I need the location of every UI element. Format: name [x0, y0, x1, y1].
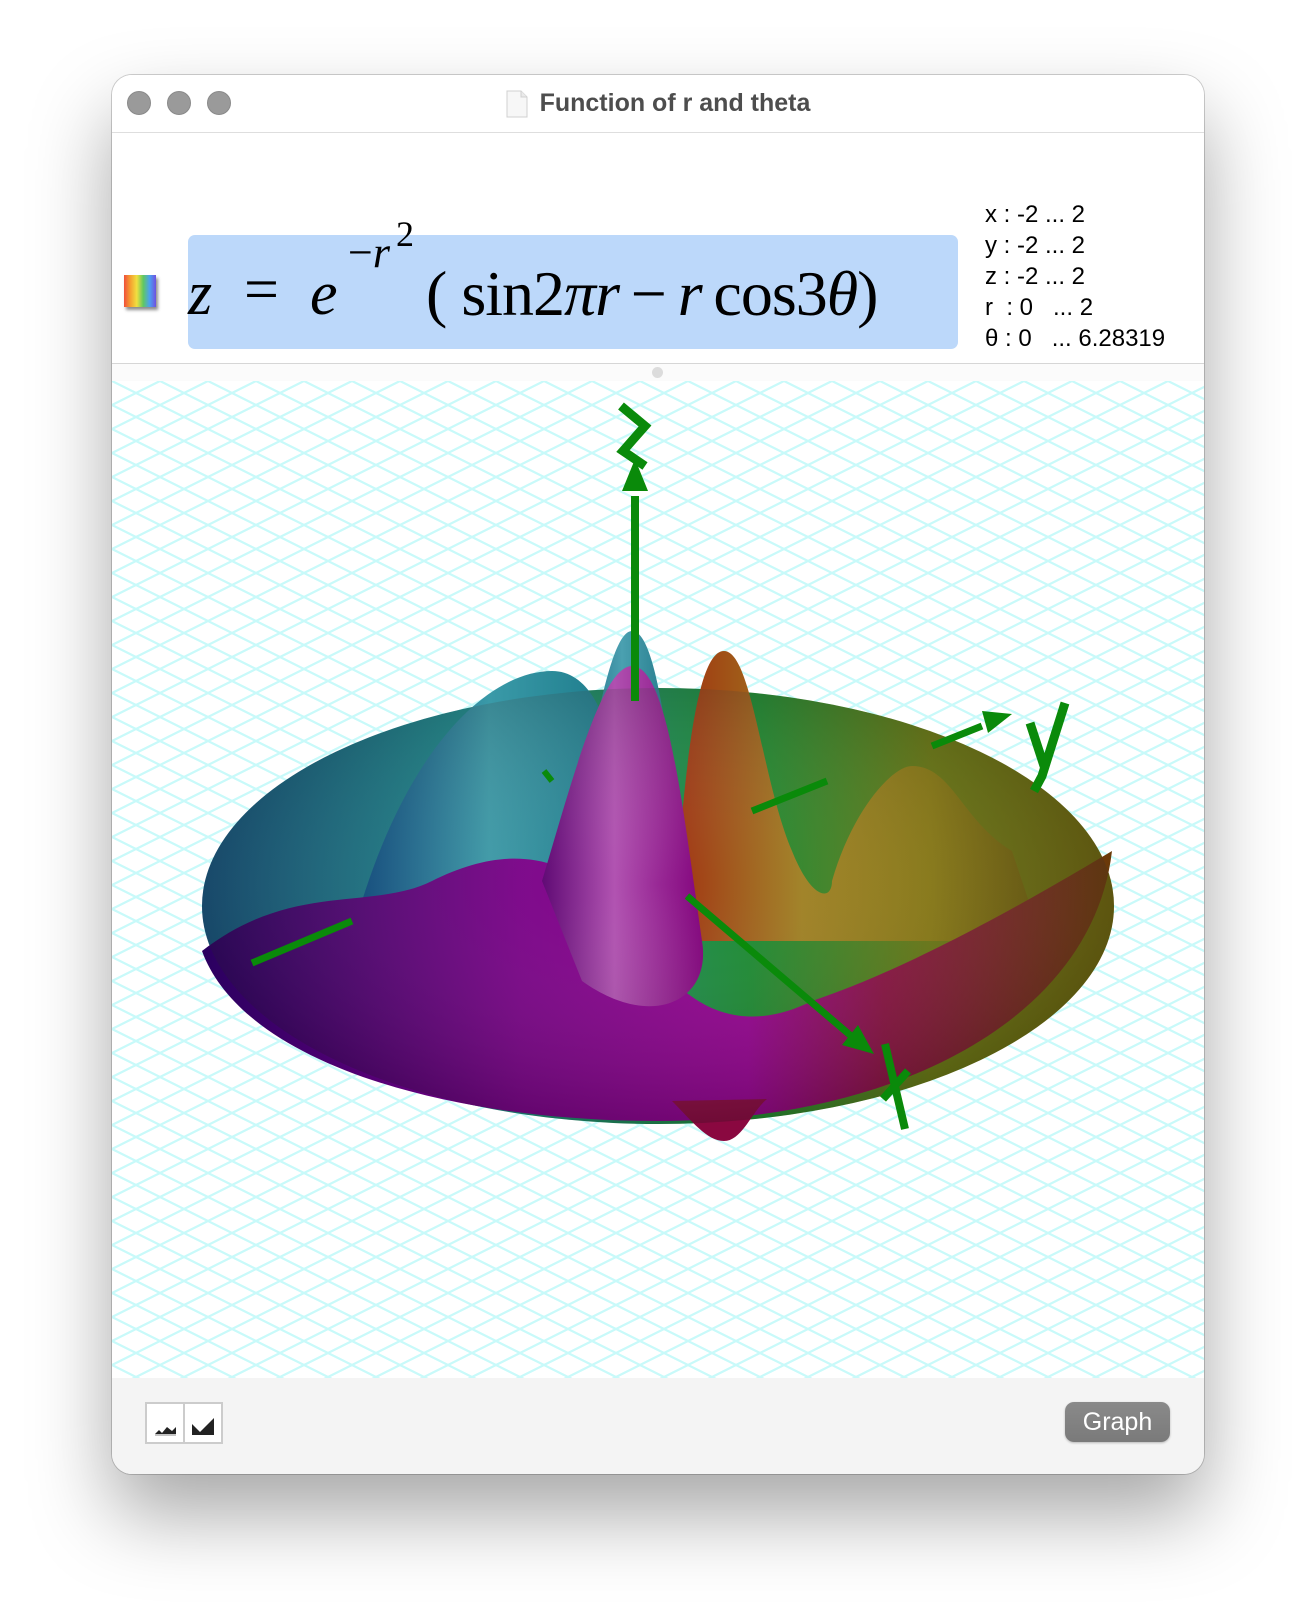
surface-mode-button[interactable] [147, 1404, 183, 1442]
formula-three: 3 [795, 258, 828, 329]
document-icon [506, 90, 528, 118]
split-divider[interactable] [112, 363, 1204, 383]
window-title: Function of r and theta [539, 89, 811, 117]
formula-two: 2 [533, 258, 565, 329]
range-y[interactable]: y : -2 ... 2 [985, 230, 1165, 261]
title-group: Function of r and theta [112, 75, 1204, 132]
formula-cos: cos [713, 258, 796, 329]
surface-shading [202, 688, 1114, 1124]
range-x[interactable]: x : -2 ... 2 [985, 199, 1165, 230]
formula-theta: θ [826, 258, 858, 329]
formula-exp-power: 2 [396, 214, 414, 254]
formula-panel: z = e −r 2 ( sin2πr − r cos3θ) x : -2 ..… [112, 133, 1204, 363]
range-list: x : -2 ... 2 y : -2 ... 2 z : -2 ... 2 r… [985, 199, 1165, 354]
app-window: Function of r and theta z = e −r 2 ( sin… [112, 75, 1204, 1474]
formula-minus: − [630, 258, 667, 329]
formula-lhs: z [188, 260, 213, 328]
title-bar[interactable]: Function of r and theta [112, 75, 1204, 133]
divider-handle[interactable] [652, 367, 663, 378]
footer-bar: Graph [112, 1378, 1204, 1474]
formula-r2: r [677, 258, 703, 329]
formula-exponent: −r [348, 227, 390, 278]
formula-base: e [310, 260, 338, 328]
filled-surface-icon [192, 1418, 214, 1435]
formula-field[interactable]: z = e −r 2 ( sin2πr − r cos3θ) [188, 214, 958, 349]
formula-pi: π [564, 258, 596, 329]
range-theta[interactable]: θ : 0 ... 6.28319 [985, 323, 1165, 354]
formula-sin: sin [461, 258, 534, 329]
graph-button[interactable]: Graph [1065, 1402, 1170, 1442]
formula-close-paren: ) [857, 258, 878, 329]
formula-exp-var: r [372, 228, 390, 277]
formula-body: ( sin2πr − r cos3θ) [426, 257, 878, 331]
range-z[interactable]: z : -2 ... 2 [985, 261, 1165, 292]
rainbow-color-swatch-icon[interactable] [124, 275, 156, 307]
filled-mode-button[interactable] [185, 1404, 221, 1442]
formula-expression: z = e −r 2 ( sin2πr − r cos3θ) [188, 214, 958, 349]
range-r[interactable]: r : 0 ... 2 [985, 292, 1165, 323]
plot-svg: z y x [112, 381, 1204, 1378]
plot-canvas[interactable]: z y x [112, 381, 1204, 1378]
formula-equals: = [244, 256, 279, 324]
mountain-surface-icon [155, 1427, 176, 1436]
formula-exp-minus: − [348, 228, 373, 277]
plot-mode-segmented-control [145, 1402, 223, 1444]
formula-r1: r [595, 258, 620, 329]
formula-open-paren: ( [426, 258, 447, 329]
